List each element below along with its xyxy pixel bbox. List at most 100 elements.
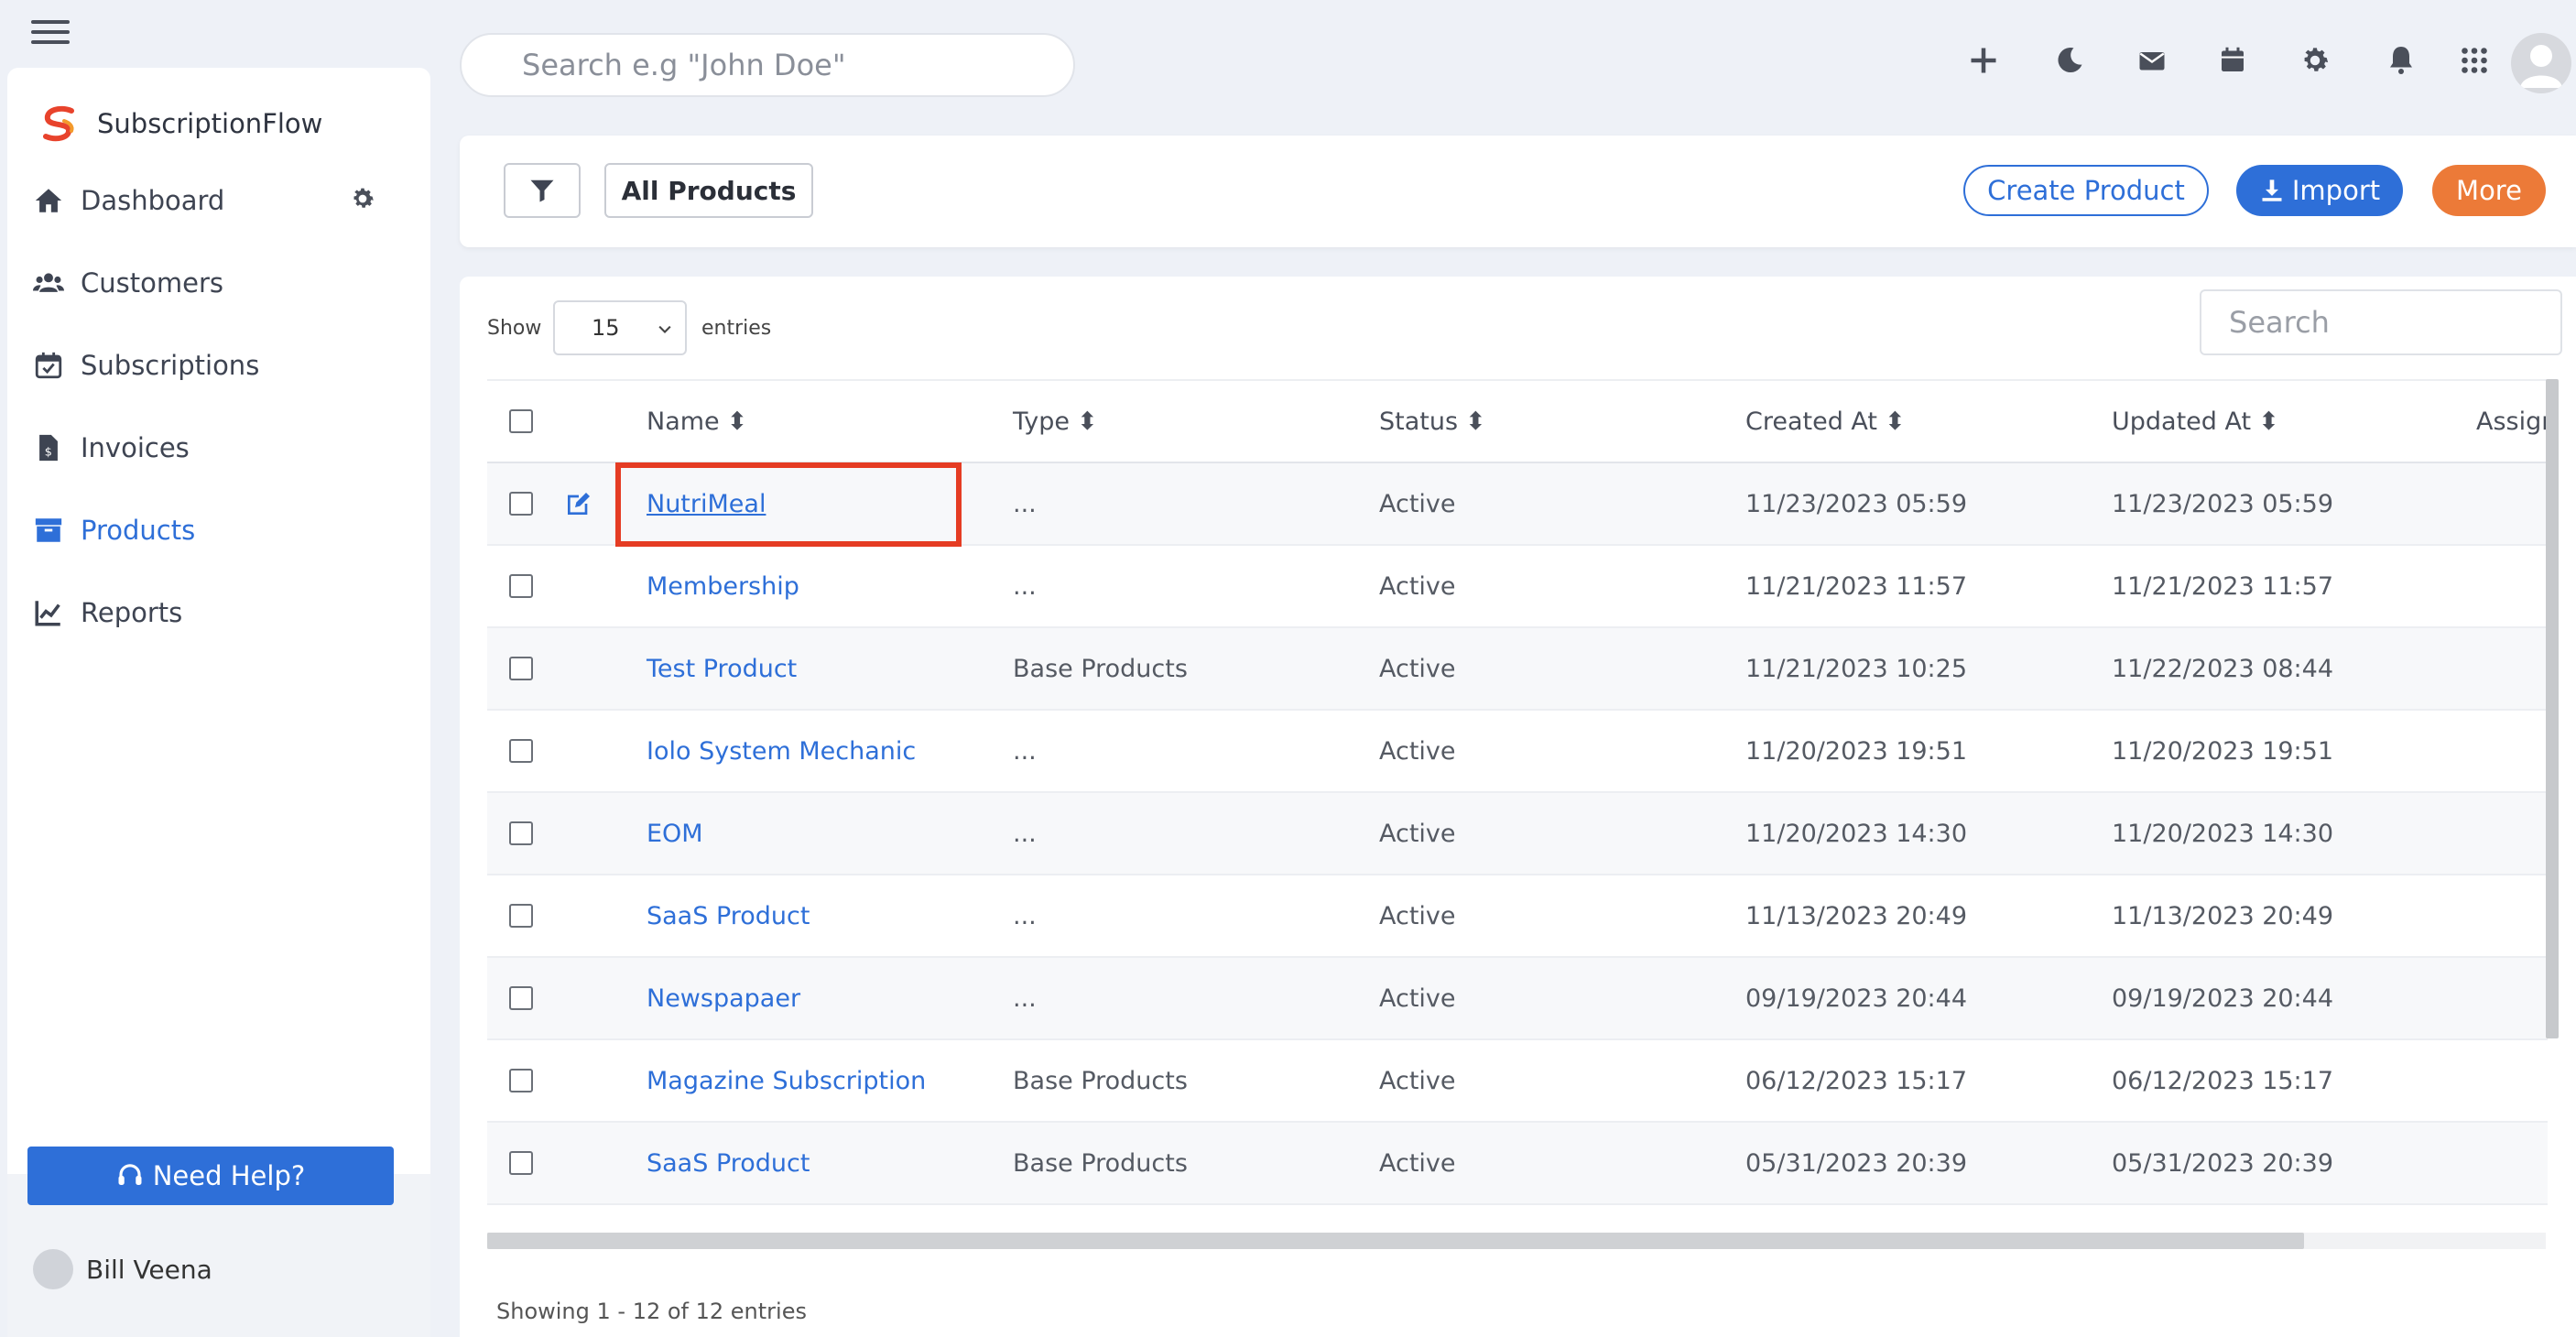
product-type: Base Products: [1013, 654, 1188, 683]
sidebar-item-label: Reports: [81, 597, 183, 628]
column-header-updated-at[interactable]: Updated At ⬍: [2112, 381, 2279, 462]
table-row: NutriMeal ... Active 11/23/2023 05:59 11…: [487, 463, 2548, 546]
plus-icon[interactable]: [1965, 42, 2002, 79]
product-status: Active: [1379, 819, 1456, 848]
product-type: ...: [1013, 819, 1037, 848]
apps-grid-icon[interactable]: [2456, 42, 2493, 79]
sidebar-item-reports[interactable]: Reports: [33, 597, 182, 628]
row-checkbox[interactable]: [509, 904, 533, 928]
need-help-label: Need Help?: [152, 1160, 306, 1191]
filter-icon: [530, 179, 554, 202]
row-checkbox[interactable]: [509, 986, 533, 1010]
import-button[interactable]: Import: [2236, 165, 2403, 216]
sidebar-item-subscriptions[interactable]: Subscriptions: [33, 350, 259, 381]
products-table: Name ⬍ Type ⬍ Status ⬍ Created At ⬍ Updated …: [487, 379, 2557, 1205]
subscriptionflow-logo-icon: [43, 105, 74, 142]
row-checkbox[interactable]: [509, 657, 533, 680]
chart-line-icon: [35, 601, 60, 626]
sidebar-item-products[interactable]: Products: [33, 515, 195, 546]
import-label: Import: [2291, 175, 2381, 206]
download-icon: [2262, 179, 2282, 201]
row-checkbox[interactable]: [509, 739, 533, 763]
created-at: 11/13/2023 20:49: [1745, 901, 1968, 930]
calendar-icon[interactable]: [2214, 42, 2251, 79]
table-row: Newspapaer ... Active 09/19/2023 20:44 0…: [487, 958, 2548, 1040]
users-icon: [33, 273, 64, 292]
table-row: SaaS Product Base Products Active 05/31/…: [487, 1123, 2548, 1205]
moon-icon[interactable]: [2051, 42, 2088, 79]
product-name-link[interactable]: EOM: [647, 820, 703, 848]
column-header-name[interactable]: Name ⬍: [647, 381, 747, 462]
select-all-cell: [509, 381, 533, 462]
avatar: [33, 1249, 73, 1289]
create-product-button[interactable]: Create Product: [1963, 165, 2209, 216]
column-header-type[interactable]: Type ⬍: [1013, 381, 1098, 462]
product-name-link[interactable]: SaaS Product: [647, 902, 810, 930]
archive-box-icon: [35, 518, 62, 542]
product-name-link[interactable]: NutriMeal: [647, 490, 766, 518]
table-row: Test Product Base Products Active 11/21/…: [487, 628, 2548, 711]
horizontal-scrollbar-thumb[interactable]: [487, 1233, 2304, 1249]
row-checkbox[interactable]: [509, 492, 533, 516]
created-at: 11/21/2023 10:25: [1745, 654, 1968, 683]
sort-icon: ⬍: [726, 407, 748, 436]
more-button[interactable]: More: [2432, 165, 2546, 216]
entries-value: 15: [592, 315, 620, 341]
sidebar-item-invoices[interactable]: $ Invoices: [33, 432, 190, 463]
global-search-input[interactable]: [460, 33, 1075, 97]
bell-icon[interactable]: [2383, 42, 2419, 79]
column-header-status[interactable]: Status ⬍: [1379, 381, 1486, 462]
product-name-link[interactable]: Iolo System Mechanic: [647, 737, 916, 766]
table-search-input[interactable]: [2200, 289, 2562, 355]
updated-at: 11/21/2023 11:57: [2112, 571, 2334, 601]
sidebar-item-label: Customers: [81, 267, 223, 299]
row-checkbox[interactable]: [509, 821, 533, 845]
brand: SubscriptionFlow: [38, 103, 322, 145]
table-row: Iolo System Mechanic ... Active 11/20/20…: [487, 711, 2548, 793]
select-all-checkbox[interactable]: [509, 409, 533, 433]
updated-at: 09/19/2023 20:44: [2112, 984, 2334, 1013]
sidebar-item-label: Invoices: [81, 432, 190, 463]
products-table-card: Show 15 entries Name⬍ Type⬍ Status⬍ Crea…: [460, 277, 2576, 1337]
row-checkbox[interactable]: [509, 574, 533, 598]
vertical-scrollbar[interactable]: [2546, 379, 2559, 1038]
dashboard-settings-gear-icon[interactable]: [349, 185, 376, 212]
product-name-link[interactable]: Magazine Subscription: [647, 1067, 926, 1095]
product-type: ...: [1013, 489, 1037, 518]
menu-toggle-icon[interactable]: [31, 20, 70, 44]
created-at: 11/20/2023 19:51: [1745, 736, 1968, 766]
user-name: Bill Veena: [86, 1254, 212, 1285]
table-row: EOM ... Active 11/20/2023 14:30 11/20/20…: [487, 793, 2548, 875]
avatar[interactable]: [2511, 33, 2571, 93]
product-name-link[interactable]: Test Product: [647, 655, 797, 683]
user-profile[interactable]: Bill Veena: [33, 1249, 212, 1289]
entries-per-page-select[interactable]: 15: [553, 300, 687, 355]
sidebar-item-dashboard[interactable]: Dashboard: [33, 185, 224, 216]
sidebar-item-label: Products: [81, 515, 196, 546]
view-selector-button[interactable]: All Products: [604, 163, 813, 218]
product-status: Active: [1379, 984, 1456, 1013]
product-type: ...: [1013, 901, 1037, 930]
filter-button[interactable]: [504, 163, 581, 218]
need-help-button[interactable]: Need Help?: [27, 1147, 394, 1205]
product-status: Active: [1379, 1066, 1456, 1095]
table-header-row: Name ⬍ Type ⬍ Status ⬍ Created At ⬍ Updated …: [487, 379, 2557, 463]
gear-icon[interactable]: [2297, 42, 2333, 79]
row-checkbox[interactable]: [509, 1069, 533, 1092]
product-type: Base Products: [1013, 1148, 1188, 1178]
column-header-created-at[interactable]: Created At ⬍: [1745, 381, 1906, 462]
product-status: Active: [1379, 489, 1456, 518]
product-name-link[interactable]: SaaS Product: [647, 1149, 810, 1178]
mail-icon[interactable]: [2134, 42, 2170, 79]
row-checkbox[interactable]: [509, 1151, 533, 1175]
brand-name: SubscriptionFlow: [97, 108, 323, 139]
product-name-link[interactable]: Newspapaer: [647, 984, 800, 1013]
entries-label: entries: [701, 317, 772, 340]
updated-at: 11/20/2023 14:30: [2112, 819, 2334, 848]
sidebar-item-customers[interactable]: Customers: [33, 267, 223, 299]
product-type: ...: [1013, 571, 1037, 601]
edit-icon[interactable]: [564, 463, 593, 544]
product-name-link[interactable]: Membership: [647, 572, 799, 601]
headset-icon: [118, 1164, 142, 1185]
table-row: Membership ... Active 11/21/2023 11:57 1…: [487, 546, 2548, 628]
